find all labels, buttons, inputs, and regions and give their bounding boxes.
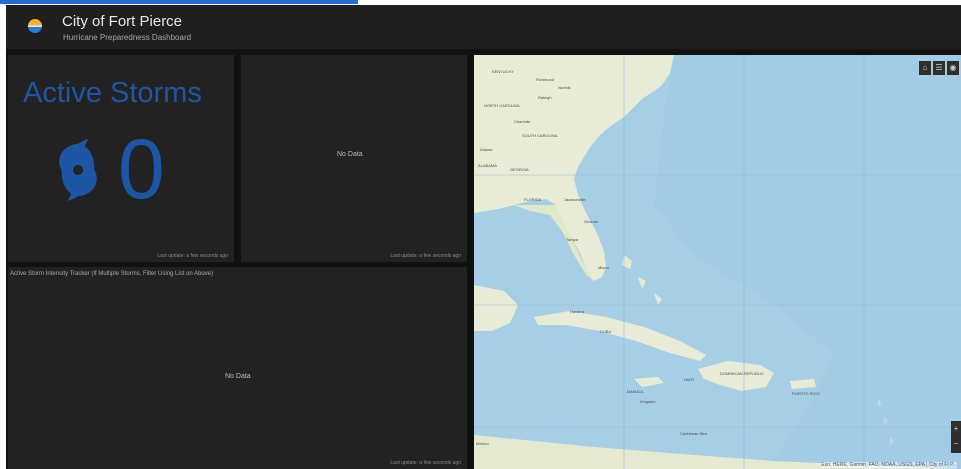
home-icon[interactable]: ⌂	[919, 61, 931, 75]
map-label: GEORGIA	[510, 167, 529, 172]
map-label: Jacksonville	[564, 197, 586, 202]
basemap	[474, 55, 961, 469]
dashboard-header: City of Fort Pierce Hurricane Preparedne…	[6, 5, 961, 49]
map-label: Atlanta	[480, 147, 493, 152]
last-updated-text: Last update: a few seconds ago	[390, 253, 461, 259]
dashboard: City of Fort Pierce Hurricane Preparedne…	[6, 5, 961, 469]
storm-list-panel[interactable]: No Data Last update: a few seconds ago	[241, 55, 467, 262]
map-toolbar: ⌂ ☰ ◉	[919, 61, 959, 75]
map-label: Tampa	[566, 237, 579, 242]
active-storms-indicator: Active Storms 0 Last update: a few secon…	[8, 55, 234, 262]
map-label: Orlando	[584, 219, 599, 224]
map-label: Havana	[570, 309, 584, 314]
map-attribution[interactable]: Esri, HERE, Garmin, FAO, NOAA, USGS, EPA…	[821, 462, 957, 468]
map-label: Mexico	[476, 441, 489, 446]
map-label: DOMINICAN REPUBLIC	[720, 371, 765, 376]
map-label: Kingston	[640, 399, 656, 404]
zoom-out-button[interactable]: −	[951, 436, 961, 451]
dashboard-subtitle: Hurricane Preparedness Dashboard	[63, 33, 192, 42]
list-icon[interactable]: ☰	[933, 61, 945, 75]
tracker-title: Active Storm Intensity Tracker (If Multi…	[10, 271, 214, 277]
map-label: SOUTH CAROLINA	[522, 133, 558, 138]
storm-intensity-tracker-panel: Active Storm Intensity Tracker (If Multi…	[8, 267, 467, 469]
map-label: Norfolk	[558, 85, 571, 90]
dashboard-title: City of Fort Pierce	[62, 13, 183, 30]
city-logo-icon	[28, 19, 42, 33]
storm-map[interactable]: KENTUCKY Richmond Norfolk Raleigh NORTH …	[474, 55, 961, 469]
map-label: NORTH CAROLINA	[484, 103, 520, 108]
indicator-title: Active Storms	[23, 77, 202, 109]
layers-icon[interactable]: ◉	[947, 61, 959, 75]
map-label: Raleigh	[538, 95, 552, 100]
map-label: Charlotte	[514, 119, 531, 124]
last-updated-text: Last update: a few seconds ago	[157, 253, 228, 259]
active-storm-count: 0	[118, 122, 165, 216]
map-label: ALABAMA	[478, 163, 497, 168]
last-updated-text: Last update: a few seconds ago	[390, 460, 461, 466]
map-label: FLORIDA	[524, 197, 542, 202]
map-label: Richmond	[536, 77, 555, 82]
zoom-control: + −	[951, 421, 961, 453]
hurricane-icon	[59, 139, 97, 201]
no-data-text: No Data	[337, 151, 363, 158]
map-label: Miami	[598, 265, 609, 270]
map-label: JAMAICA	[626, 389, 644, 394]
map-label: CUBA	[600, 329, 612, 334]
no-data-text: No Data	[225, 373, 251, 380]
zoom-in-button[interactable]: +	[951, 421, 961, 436]
map-label: Caribbean Sea	[680, 431, 707, 436]
map-label: HAITI	[684, 377, 695, 382]
map-label: KENTUCKY	[492, 69, 514, 74]
top-accent-bar	[0, 0, 358, 4]
map-label: PUERTO RICO	[792, 391, 820, 396]
